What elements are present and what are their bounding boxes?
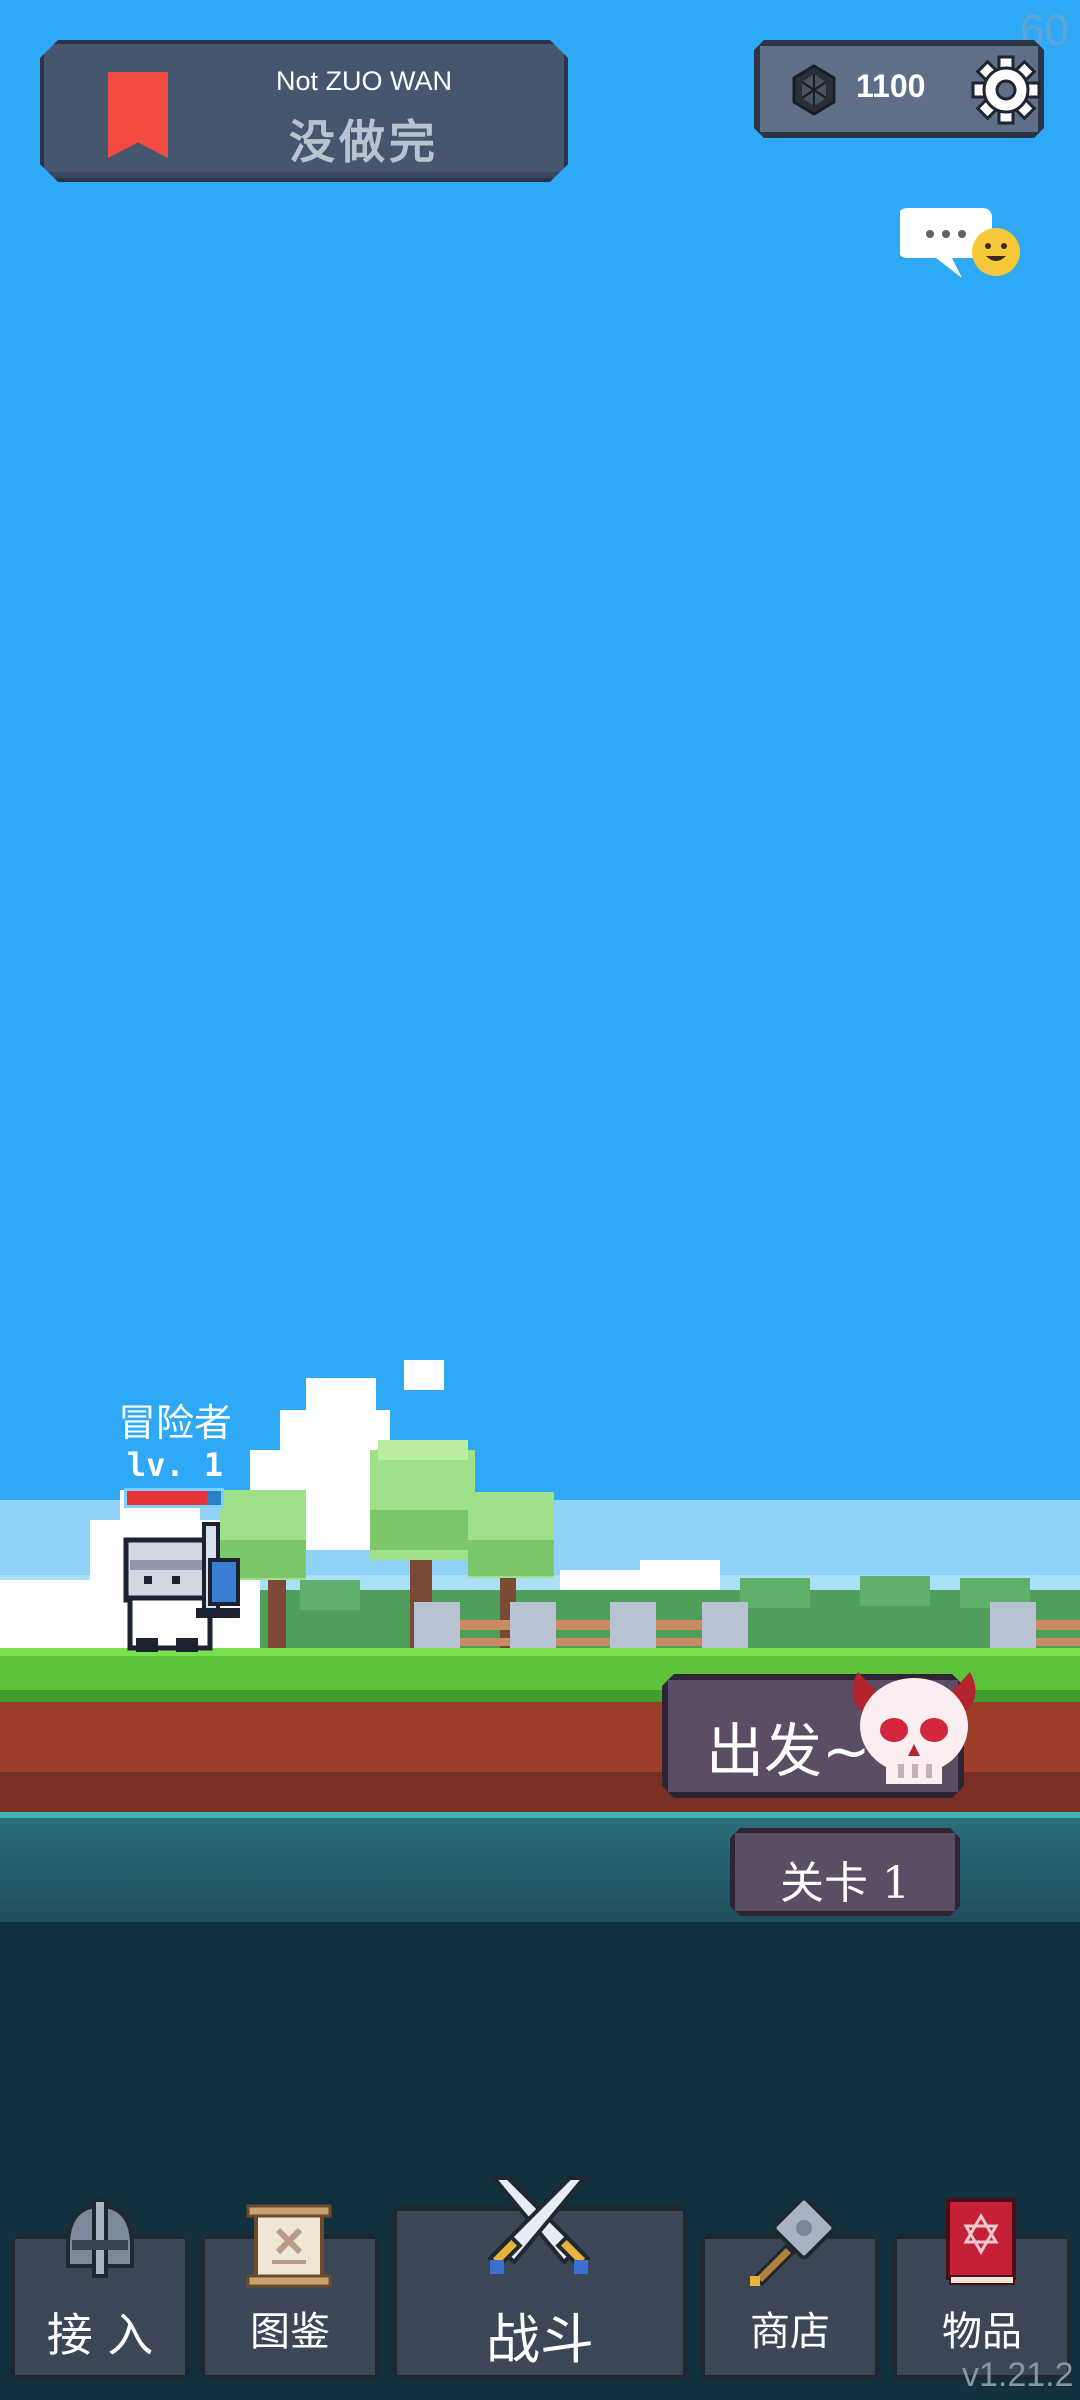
crossed-swords-icon xyxy=(487,2176,591,2274)
nav-shop-label: 商店 xyxy=(750,2309,830,2355)
nav-access-label: 接 入 xyxy=(46,2308,154,2362)
hammer-icon xyxy=(750,2200,836,2287)
hero-level: lv. 1 xyxy=(126,1446,224,1484)
title-banner[interactable]: Not ZUO WAN 没做完 xyxy=(40,40,568,182)
currency-amount: 1100 xyxy=(856,68,926,104)
banner-title: 没做完 xyxy=(289,115,439,169)
scroll-icon xyxy=(246,2204,332,2288)
nav-codex-label: 图鉴 xyxy=(250,2309,330,2355)
version-label: v1.21.2 xyxy=(962,2356,1074,2394)
stage-label: 关卡 1 xyxy=(780,1858,910,1909)
currency-panel: 1100 xyxy=(754,40,1044,138)
hero-name: 冒险者 xyxy=(117,1401,232,1445)
banner-subtitle: Not ZUO WAN xyxy=(275,66,452,96)
nav-battle-label: 战斗 xyxy=(486,2308,594,2371)
hero-health-bar xyxy=(124,1488,224,1508)
settings-gear-icon[interactable] xyxy=(970,54,1042,126)
demon-skull-icon xyxy=(852,1672,976,1784)
chat-bubble-icon[interactable] xyxy=(900,200,1026,292)
nav-items-label: 物品 xyxy=(942,2309,1022,2355)
knight-hero-sprite[interactable] xyxy=(116,1520,252,1654)
spellbook-icon xyxy=(946,2198,1016,2285)
gem-icon xyxy=(790,64,838,116)
helmet-icon xyxy=(66,2198,134,2278)
hero-health-fill xyxy=(127,1491,207,1505)
stage-select-button[interactable]: 关卡 1 xyxy=(730,1828,960,1916)
bookmark-icon xyxy=(108,72,168,158)
